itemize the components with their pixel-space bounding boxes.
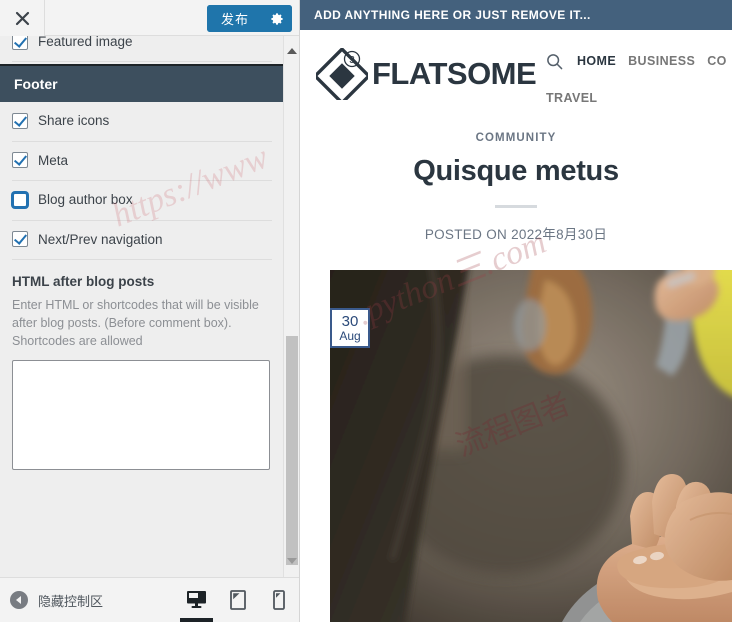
control-meta: Meta [0, 141, 284, 182]
featured-image-artwork [330, 270, 732, 622]
nav-item-travel[interactable]: TRAVEL [546, 91, 597, 105]
footer-controls-list: Share icons Meta Blog author box Next/Pr… [0, 102, 284, 470]
collapse-sidebar-button[interactable]: 隐藏控制区 [10, 591, 103, 610]
blog-author-box-label: Blog author box [38, 192, 133, 208]
gear-icon [271, 12, 283, 25]
chevron-left-circle-icon [10, 591, 28, 609]
customizer-controls-panel: Featured image Footer Share icons Meta B… [0, 36, 284, 577]
scroll-down-arrow-icon [287, 557, 297, 564]
device-desktop-button[interactable] [176, 577, 217, 622]
close-icon [15, 11, 29, 25]
post-date-line: POSTED ON 2022年8月30日 [424, 227, 608, 242]
section-title: Footer [14, 76, 58, 92]
logo-badge-number: 3 [349, 55, 355, 66]
tablet-icon [229, 589, 246, 610]
post-title: Quisque metus [413, 155, 619, 187]
flatsome-diamond-logo-icon: 3 [312, 46, 372, 106]
device-preview-switcher [176, 577, 299, 622]
site-header: 3 FLATSOME HOME BUSINESS CO TRAVEL [300, 30, 732, 116]
next-prev-navigation-checkbox[interactable] [12, 231, 28, 248]
control-next-prev-navigation: Next/Prev navigation [0, 220, 284, 261]
close-button[interactable] [0, 0, 45, 36]
publish-button[interactable]: 发布 [206, 5, 262, 32]
search-icon [547, 53, 563, 69]
featured-image-checkbox[interactable] [12, 36, 28, 50]
logo-wordmark: FLATSOME [372, 56, 537, 91]
control-blog-author-box: Blog author box [0, 181, 284, 221]
site-preview: ADD ANYTHING HERE OR JUST REMOVE IT... 3… [300, 0, 732, 622]
scroll-up-button[interactable] [284, 42, 299, 59]
post-header: COMMUNITY Quisque metus POSTED ON 2022年8… [300, 116, 732, 243]
title-divider [495, 205, 537, 208]
scroll-down-button[interactable] [284, 552, 299, 569]
date-badge-month: Aug [339, 328, 361, 343]
section-header-footer[interactable]: Footer [0, 64, 284, 102]
html-after-blog-posts-textarea[interactable] [12, 359, 270, 470]
html-control-title: HTML after blog posts [12, 274, 155, 290]
scroll-up-arrow-icon [287, 47, 297, 54]
featured-image-label: Featured image [38, 36, 133, 49]
collapse-sidebar-label: 隐藏控制区 [38, 593, 104, 609]
device-tablet-button[interactable] [217, 577, 258, 622]
control-featured-image: Featured image [0, 36, 284, 64]
customizer-header: 发布 [0, 0, 299, 36]
search-button[interactable] [546, 53, 563, 70]
share-icons-checkbox[interactable] [12, 112, 28, 129]
site-nav: HOME BUSINESS CO TRAVEL [546, 46, 732, 113]
customizer-screen: 发布 Featured image Footer Share icons Met… [0, 0, 732, 622]
control-html-after-blog-posts: HTML after blog posts Enter HTML or shor… [0, 260, 284, 470]
post-category[interactable]: COMMUNITY [300, 132, 732, 144]
mobile-icon [272, 589, 285, 610]
meta-checkbox[interactable] [12, 152, 28, 169]
control-share-icons: Share icons [0, 102, 284, 142]
customizer-footer-bar: 隐藏控制区 [0, 577, 299, 622]
date-badge-day: 30 [341, 312, 359, 330]
desktop-icon [187, 591, 206, 608]
nav-row-secondary: TRAVEL [546, 83, 732, 113]
nav-item-home[interactable]: HOME [577, 54, 616, 68]
meta-label: Meta [38, 152, 69, 168]
share-icons-label: Share icons [38, 113, 110, 128]
nav-item-co[interactable]: CO [707, 54, 727, 68]
customizer-sidebar: 发布 Featured image Footer Share icons Met… [0, 0, 300, 622]
post-date-badge: 30 Aug [330, 308, 370, 348]
device-mobile-button[interactable] [258, 577, 299, 622]
next-prev-navigation-label: Next/Prev navigation [38, 231, 163, 247]
blog-author-box-checkbox[interactable] [12, 191, 28, 208]
top-bar-text: ADD ANYTHING HERE OR JUST REMOVE IT... [314, 8, 591, 22]
sidebar-scrollbar[interactable] [283, 36, 299, 577]
post-featured-image: 30 Aug [330, 270, 732, 622]
scrollbar-thumb[interactable] [286, 336, 298, 565]
publish-group: 发布 [206, 5, 292, 32]
site-logo[interactable]: 3 FLATSOME [312, 46, 537, 106]
preview-top-bar: ADD ANYTHING HERE OR JUST REMOVE IT... [300, 0, 732, 30]
publish-settings-button[interactable] [262, 5, 292, 32]
nav-row-primary: HOME BUSINESS CO [546, 46, 732, 76]
html-control-description: Enter HTML or shortcodes that will be vi… [12, 298, 259, 349]
nav-item-business[interactable]: BUSINESS [628, 54, 695, 68]
